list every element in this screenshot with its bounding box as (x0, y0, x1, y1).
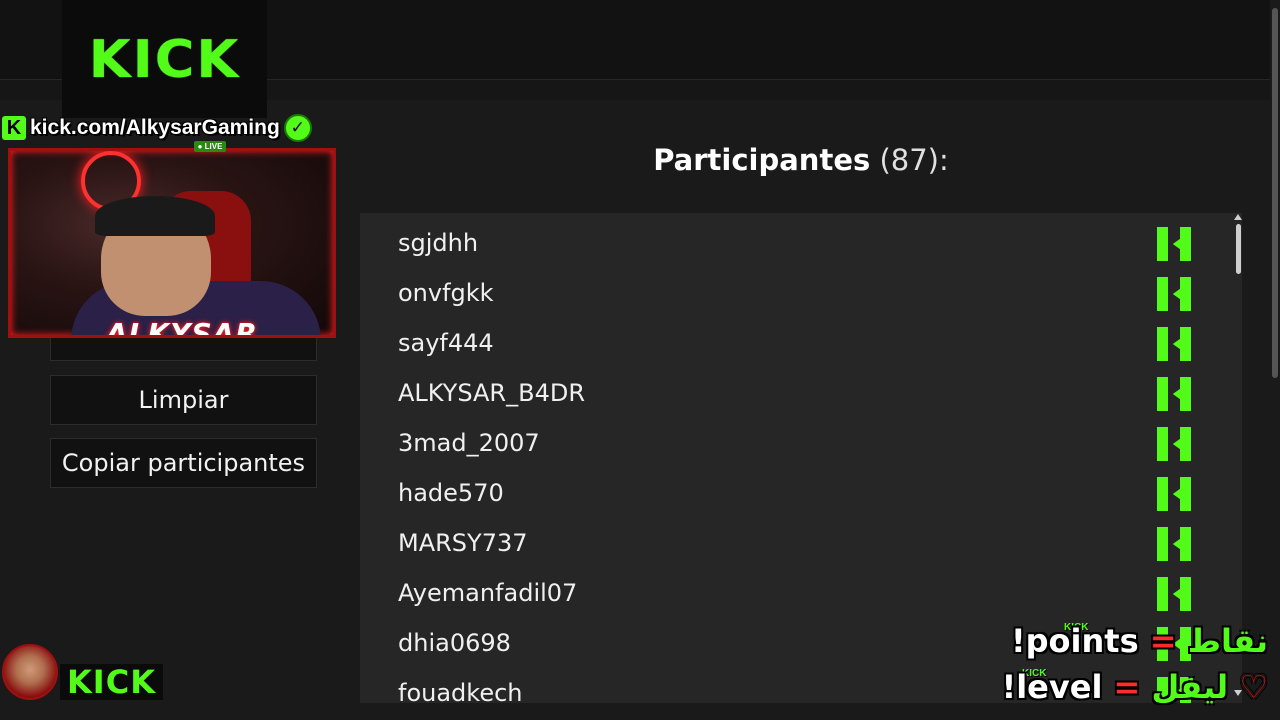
points-command: !points = نقاط (1011, 622, 1268, 660)
participant-row: 3mad_2007 (360, 417, 1242, 467)
participant-name: dhia0698 (398, 629, 511, 657)
level-equals: = (1113, 668, 1141, 706)
page-scrollbar-thumb[interactable] (1272, 8, 1278, 378)
participant-name: MARSY737 (398, 529, 528, 557)
webcam-overlay: ALKYSAR (8, 148, 336, 338)
streamer-name: ALKYSAR (106, 317, 258, 338)
verified-check-icon: ✓ (283, 114, 312, 142)
list-scroll-up-icon[interactable] (1234, 214, 1242, 220)
participant-row: Ayemanfadil07 (360, 567, 1242, 617)
clear-button[interactable]: Limpiar (50, 375, 317, 425)
kick-platform-icon (1157, 277, 1191, 311)
participant-row: ALKYSAR_B4DR (360, 367, 1242, 417)
participant-row: sayf444 (360, 317, 1242, 367)
level-arabic: ليفل (1151, 668, 1229, 706)
kick-platform-icon (1157, 377, 1191, 411)
channel-url-banner: K kick.com/AlkysarGaming ✓ (2, 113, 312, 143)
participant-name: Ayemanfadil07 (398, 579, 578, 607)
participant-name: 3mad_2007 (398, 429, 540, 457)
participant-count: (87): (879, 143, 949, 177)
kick-platform-icon (1157, 527, 1191, 561)
channel-url: kick.com/AlkysarGaming (30, 116, 280, 139)
kick-k-icon: K (2, 116, 26, 140)
points-arabic: نقاط (1187, 622, 1268, 660)
participant-name: sgjdhh (398, 229, 479, 257)
participant-name: fouadkech (398, 679, 523, 703)
list-scrollbar-thumb[interactable] (1236, 224, 1241, 274)
title-label: Participantes (653, 143, 871, 177)
kick-logo-overlay: KICK (62, 0, 267, 118)
kick-logo-text: KICK (88, 29, 241, 89)
kick-platform-icon (1157, 227, 1191, 261)
participant-name: onvfgkk (398, 279, 494, 307)
heart-icon: ♡ (1239, 668, 1268, 706)
points-equals: = (1149, 622, 1177, 660)
participant-row: onvfgkk (360, 267, 1242, 317)
streamer-cap (95, 196, 215, 236)
page-title: Participantes (87): (360, 143, 1242, 177)
kick-platform-icon (1157, 477, 1191, 511)
participant-row: hade570 (360, 467, 1242, 517)
live-badge: ● LIVE (194, 141, 226, 152)
kick-platform-icon (1157, 427, 1191, 461)
kick-platform-icon (1157, 577, 1191, 611)
bottom-kick-logo: KICK (60, 663, 163, 701)
level-command: !level = ليفل ♡ (1002, 668, 1268, 706)
participant-name: ALKYSAR_B4DR (398, 379, 585, 407)
participant-name: sayf444 (398, 329, 494, 357)
points-cmd: !points (1011, 622, 1139, 660)
copy-participants-button[interactable]: Copiar participantes (50, 438, 317, 488)
participant-name: hade570 (398, 479, 504, 507)
kick-platform-icon (1157, 327, 1191, 361)
level-cmd: !level (1001, 668, 1103, 706)
streamer-avatar (2, 644, 58, 700)
participant-row: MARSY737 (360, 517, 1242, 567)
participant-row: sgjdhh (360, 217, 1242, 267)
